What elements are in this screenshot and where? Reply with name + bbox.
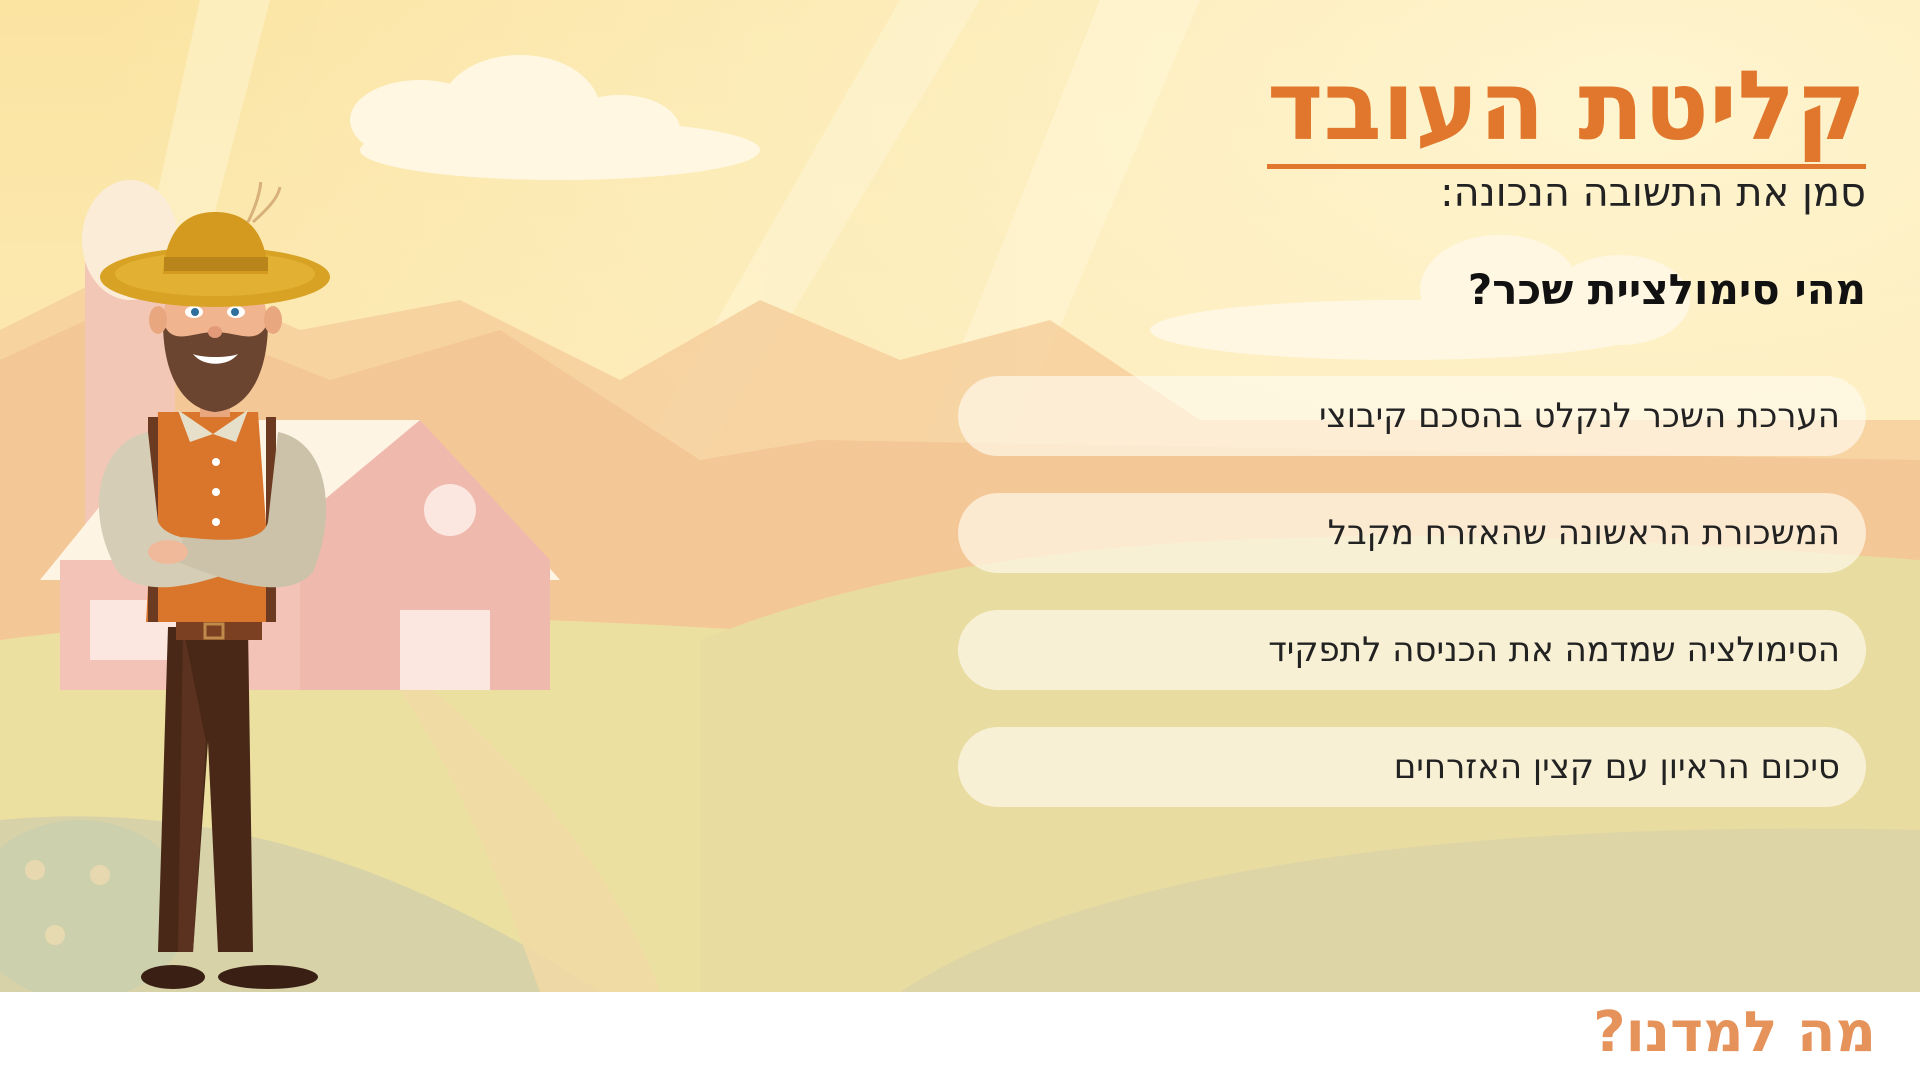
question-text: מהי סימולציית שכר? xyxy=(1467,265,1866,314)
answer-option-3[interactable]: הסימולציה שמדמה את הכניסה לתפקיד xyxy=(958,610,1866,690)
answer-option-1[interactable]: הערכת השכר לנקלט בהסכם קיבוצי xyxy=(958,376,1866,456)
answer-option-label: המשכורת הראשונה שהאזרח מקבל xyxy=(1327,513,1840,553)
answer-option-4[interactable]: סיכום הראיון עם קצין האזרחים xyxy=(958,727,1866,807)
answer-option-2[interactable]: המשכורת הראשונה שהאזרח מקבל xyxy=(958,493,1866,573)
instruction-text: סמן את התשובה הנכונה: xyxy=(1440,170,1866,216)
answer-options: הערכת השכר לנקלט בהסכם קיבוצי המשכורת הר… xyxy=(958,376,1866,844)
farm-background: קליטת העובד סמן את התשובה הנכונה: מהי סי… xyxy=(0,0,1920,992)
footer-bar: מה למדנו? xyxy=(0,992,1920,1080)
answer-option-label: הערכת השכר לנקלט בהסכם קיבוצי xyxy=(1318,396,1840,436)
answer-option-label: סיכום הראיון עם קצין האזרחים xyxy=(1393,747,1840,787)
page-title: קליטת העובד xyxy=(1266,53,1866,169)
answer-option-label: הסימולציה שמדמה את הכניסה לתפקיד xyxy=(1268,630,1840,670)
footer-what-we-learned[interactable]: מה למדנו? xyxy=(1593,1000,1876,1065)
farmer-character xyxy=(98,182,330,989)
